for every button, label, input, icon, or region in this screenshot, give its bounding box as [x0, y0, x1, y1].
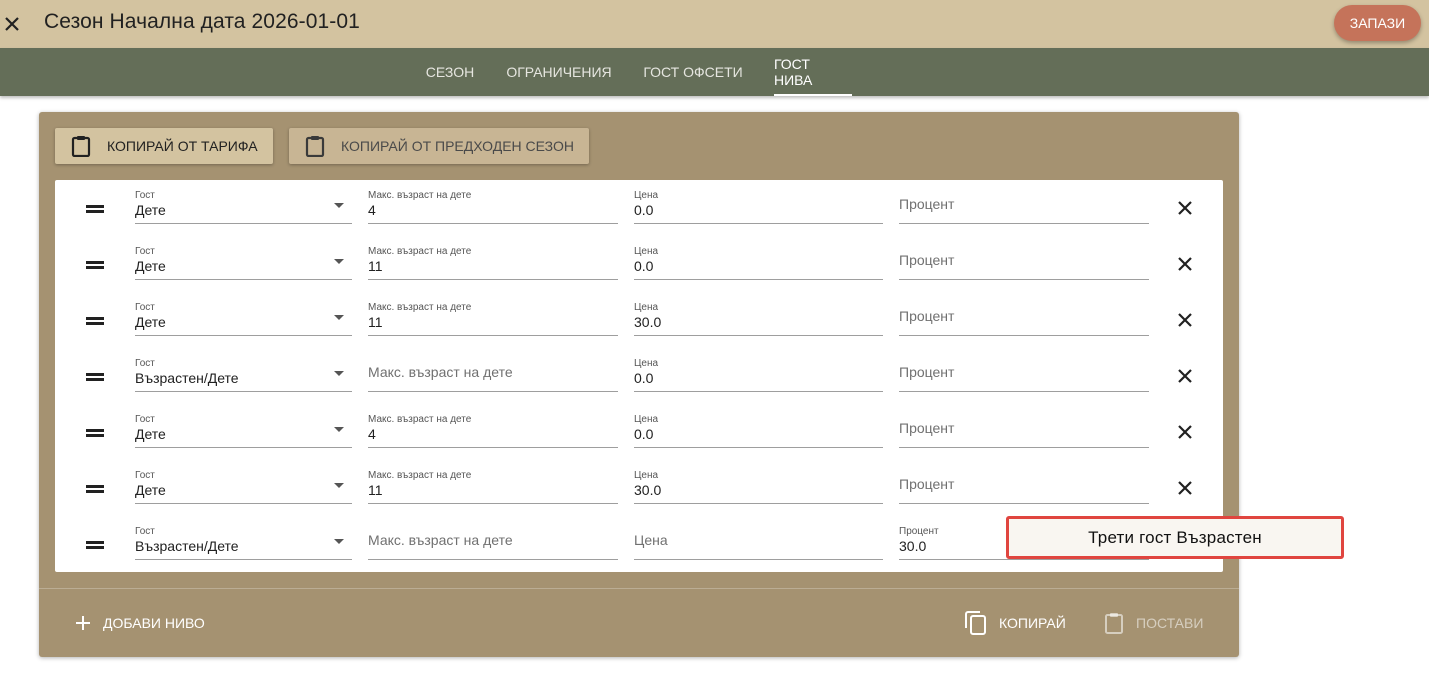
paste-label: ПОСТАВИ: [1136, 615, 1204, 631]
percent-input[interactable]: Процент: [899, 236, 1149, 280]
max-child-age-input[interactable]: Макс. възраст на дете 4: [368, 180, 618, 224]
top-app-bar: Сезон Начална дата 2026-01-01 ЗАПАЗИ: [0, 0, 1429, 48]
percent-input[interactable]: Процент: [899, 180, 1149, 224]
tab-restrictions[interactable]: ОГРАНИЧЕНИЯ: [498, 48, 620, 96]
copy-label: КОПИРАЙ: [999, 615, 1066, 631]
add-level-label: ДОБАВИ НИВО: [103, 615, 205, 631]
drag-handle-icon[interactable]: [86, 483, 104, 495]
tab-season[interactable]: СЕЗОН: [418, 48, 482, 96]
close-icon: [5, 17, 19, 31]
chevron-down-icon: [334, 539, 344, 544]
tab-guest-levels[interactable]: ГОСТ НИВА: [774, 48, 852, 96]
tab-bar: СЕЗОН ОГРАНИЧЕНИЯ ГОСТ ОФСЕТИ ГОСТ НИВА: [0, 48, 1429, 96]
guest-select[interactable]: Гост Дете: [135, 460, 352, 504]
guest-select[interactable]: Гост Дете: [135, 180, 352, 224]
remove-row-icon[interactable]: [1176, 479, 1194, 497]
price-input[interactable]: Цена 0.0: [634, 404, 883, 448]
chevron-down-icon: [334, 427, 344, 432]
percent-input[interactable]: Процент: [899, 348, 1149, 392]
chevron-down-icon: [334, 483, 344, 488]
price-input[interactable]: Цена 30.0: [634, 292, 883, 336]
table-row: Гост Дете Макс. възраст на дете 4 Цена 0…: [55, 180, 1223, 236]
max-child-age-input[interactable]: Макс. възраст на дете 11: [368, 292, 618, 336]
table-row: Гост Дете Макс. възраст на дете 11 Цена …: [55, 292, 1223, 348]
percent-input[interactable]: Процент: [899, 404, 1149, 448]
drag-handle-icon[interactable]: [86, 427, 104, 439]
max-child-age-input[interactable]: Макс. възраст на дете: [368, 348, 618, 392]
max-child-age-input[interactable]: Макс. възраст на дете: [368, 516, 618, 560]
guest-levels-panel: КОПИРАЙ ОТ ТАРИФА КОПИРАЙ ОТ ПРЕДХОДЕН С…: [39, 112, 1239, 657]
drag-handle-icon[interactable]: [86, 259, 104, 271]
guest-select[interactable]: Гост Възрастен/Дете: [135, 516, 352, 560]
max-child-age-input[interactable]: Макс. възраст на дете 11: [368, 460, 618, 504]
tab-guest-offsets[interactable]: ГОСТ ОФСЕТИ: [636, 48, 750, 96]
guest-select[interactable]: Гост Дете: [135, 292, 352, 336]
close-button[interactable]: [0, 6, 24, 42]
tooltip: Трети гост Възрастен: [1006, 516, 1344, 559]
price-input[interactable]: Цена 0.0: [634, 180, 883, 224]
footer-divider: [39, 588, 1239, 589]
remove-row-icon[interactable]: [1176, 367, 1194, 385]
paste-button[interactable]: ПОСТАВИ: [1104, 605, 1203, 641]
drag-handle-icon[interactable]: [86, 371, 104, 383]
percent-input[interactable]: Процент: [899, 460, 1149, 504]
price-input[interactable]: Цена 30.0: [634, 460, 883, 504]
price-input[interactable]: Цена 0.0: [634, 348, 883, 392]
remove-row-icon[interactable]: [1176, 311, 1194, 329]
remove-row-icon[interactable]: [1176, 199, 1194, 217]
table-row: Гост Дете Макс. възраст на дете 4 Цена 0…: [55, 404, 1223, 460]
drag-handle-icon[interactable]: [86, 315, 104, 327]
drag-handle-icon[interactable]: [86, 203, 104, 215]
remove-row-icon[interactable]: [1176, 255, 1194, 273]
guest-levels-list: Гост Дете Макс. възраст на дете 4 Цена 0…: [55, 180, 1223, 572]
max-child-age-input[interactable]: Макс. възраст на дете 11: [368, 236, 618, 280]
chevron-down-icon: [334, 259, 344, 264]
table-row: Гост Дете Макс. възраст на дете 11 Цена …: [55, 460, 1223, 516]
table-row: Гост Дете Макс. възраст на дете 11 Цена …: [55, 236, 1223, 292]
page-title: Сезон Начална дата 2026-01-01: [44, 10, 360, 33]
max-child-age-input[interactable]: Макс. възраст на дете 4: [368, 404, 618, 448]
save-button[interactable]: ЗАПАЗИ: [1334, 5, 1421, 41]
copy-icon: [965, 611, 987, 635]
copy-from-previous-season-label: КОПИРАЙ ОТ ПРЕДХОДЕН СЕЗОН: [341, 138, 574, 154]
chevron-down-icon: [334, 203, 344, 208]
drag-handle-icon[interactable]: [86, 539, 104, 551]
guest-select[interactable]: Гост Дете: [135, 236, 352, 280]
percent-input[interactable]: Процент: [899, 292, 1149, 336]
clipboard-icon: [305, 134, 327, 158]
copy-button[interactable]: КОПИРАЙ: [965, 605, 1066, 641]
clipboard-icon: [71, 134, 93, 158]
chevron-down-icon: [334, 371, 344, 376]
guest-select[interactable]: Гост Възрастен/Дете: [135, 348, 352, 392]
price-input[interactable]: Цена 0.0: [634, 236, 883, 280]
remove-row-icon[interactable]: [1176, 423, 1194, 441]
add-level-button[interactable]: ДОБАВИ НИВО: [75, 605, 205, 641]
copy-from-tariff-button[interactable]: КОПИРАЙ ОТ ТАРИФА: [55, 128, 273, 164]
plus-icon: [75, 615, 91, 631]
table-row: Гост Възрастен/Дете Макс. възраст на дет…: [55, 348, 1223, 404]
price-input[interactable]: Цена: [634, 516, 883, 560]
guest-select[interactable]: Гост Дете: [135, 404, 352, 448]
copy-from-previous-season-button[interactable]: КОПИРАЙ ОТ ПРЕДХОДЕН СЕЗОН: [289, 128, 589, 164]
chevron-down-icon: [334, 315, 344, 320]
copy-from-tariff-label: КОПИРАЙ ОТ ТАРИФА: [107, 138, 258, 154]
clipboard-icon: [1104, 612, 1124, 634]
